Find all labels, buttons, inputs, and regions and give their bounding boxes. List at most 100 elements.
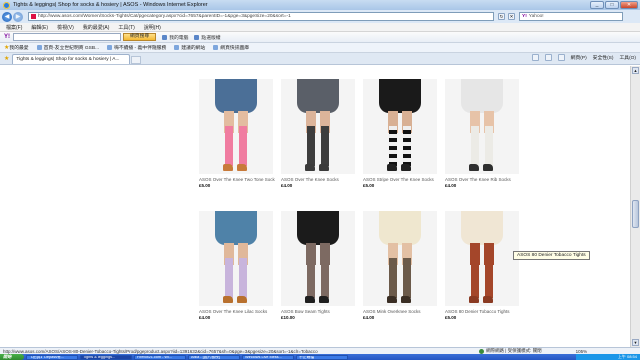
menu-favorites[interactable]: 我的最愛(A) [83, 24, 110, 31]
refresh-icon[interactable]: ↻ [498, 13, 505, 20]
command-tools[interactable]: 工具(O) [619, 54, 636, 61]
feeds-icon[interactable] [544, 54, 552, 61]
product-name[interactable]: ASOS Over The Knee Lilac Socks [199, 309, 273, 314]
site-favicon-icon [31, 14, 36, 19]
back-button[interactable]: ◀ [2, 11, 12, 22]
forward-button[interactable]: ▶ [13, 11, 23, 22]
taskbar-item[interactable]: 不正確檔 [296, 354, 348, 360]
favorites-link[interactable]: 網頁快訊圖庫 [213, 44, 249, 51]
product-image[interactable] [363, 211, 437, 306]
product-price: £5.00 [199, 183, 211, 188]
product-card[interactable]: ASOS Mink Overknee Socks £4.00 [363, 211, 437, 320]
taskbar-item-active[interactable]: Tights & leggings... [80, 354, 132, 360]
product-name[interactable]: ASOS Bow Seam Tights [281, 309, 355, 314]
scroll-thumb[interactable] [632, 200, 639, 228]
taskbar-item[interactable]: Windows Live Mess... [242, 354, 294, 360]
scroll-down-arrow-icon[interactable]: ▼ [632, 339, 639, 346]
product-price: £5.00 [445, 315, 457, 320]
product-price: £4.00 [445, 183, 457, 188]
shoe-shape [401, 164, 411, 171]
command-page[interactable]: 網頁(P) [571, 54, 587, 61]
legwear-shape [485, 258, 493, 298]
start-button[interactable]: 開始 [0, 354, 24, 360]
product-image[interactable] [445, 79, 519, 174]
ie-logo-icon [3, 1, 10, 9]
legwear-shape [389, 126, 397, 166]
maximize-button[interactable]: □ [605, 1, 619, 9]
page-icon [107, 45, 113, 50]
product-image[interactable] [199, 79, 273, 174]
copyright-icon [194, 34, 200, 40]
product-card[interactable]: ASOS Over The Knee Socks £4.00 [281, 79, 355, 188]
favorites-link[interactable]: 首頁-友立世紀明商 GSB... [36, 44, 99, 51]
yahoo-toolbar-logo[interactable]: Y! [4, 34, 10, 40]
product-price: £4.00 [281, 183, 293, 188]
product-image[interactable] [281, 79, 355, 174]
close-button[interactable]: ✕ [620, 1, 638, 9]
product-name[interactable]: ASOS Stripe Over The Knee Socks [363, 177, 437, 182]
tab-bar: ★ Tights & leggings| Shop for socks & ho… [0, 53, 640, 65]
favorites-button[interactable]: ★ 我的最愛 [4, 44, 29, 51]
zoom-level[interactable]: 105% [576, 349, 588, 354]
search-box[interactable]: Y! Yahoo! [519, 12, 623, 21]
menu-edit[interactable]: 編輯(E) [31, 24, 48, 31]
product-image[interactable] [363, 79, 437, 174]
vertical-scrollbar[interactable]: ▲ ▼ [630, 66, 640, 347]
command-bar: 網頁(P) 安全性(S) 工具(O) [531, 54, 636, 61]
legwear-shape [389, 258, 397, 298]
print-icon[interactable] [557, 54, 565, 61]
product-card[interactable]: ASOS 80 Denier Tobacco Tights £5.00 [445, 211, 519, 320]
shoe-shape [483, 164, 493, 171]
product-card[interactable]: ASOS Bow Seam Tights £10.00 [281, 211, 355, 320]
favorites-link[interactable]: 建議的網站 [174, 44, 205, 51]
toolbar-search-button[interactable]: 網頁搜尋 [123, 33, 157, 41]
product-name[interactable]: ASOS Mink Overknee Socks [363, 309, 437, 314]
shoe-shape [305, 164, 315, 171]
favorites-link[interactable]: 嗨不續播 - 義中伴隨服務 [107, 44, 166, 51]
tab-asos[interactable]: Tights & leggings| Shop for socks & hosi… [12, 54, 131, 64]
status-bar: http://www.asos.com/ASOS/ASOS-80-Denier-… [0, 347, 640, 354]
product-name[interactable]: ASOS Over The Knee Two Tone Sock [199, 177, 275, 182]
product-card[interactable]: ASOS Stripe Over The Knee Socks £5.00 [363, 79, 437, 188]
minimize-button[interactable]: _ [590, 1, 604, 9]
product-image[interactable] [445, 211, 519, 306]
menu-help[interactable]: 說明(H) [144, 24, 161, 31]
command-safety[interactable]: 安全性(S) [593, 54, 614, 61]
taskbar-item[interactable]: Firefox21.com - Wi... [134, 354, 186, 360]
toolbar-item-copyright[interactable]: 點選版權 [194, 34, 221, 41]
page-icon [36, 45, 42, 50]
product-image[interactable] [281, 211, 355, 306]
product-card[interactable]: ASOS Over The Knee Rib Socks £4.00 [445, 79, 519, 188]
menu-tools[interactable]: 工具(T) [118, 24, 134, 31]
menu-view[interactable]: 檢視(V) [57, 24, 74, 31]
legwear-shape [471, 258, 479, 298]
stop-icon[interactable]: ✕ [508, 13, 515, 20]
product-name[interactable]: ASOS 80 Denier Tobacco Tights [445, 309, 519, 314]
shoe-shape [387, 296, 397, 303]
shoe-shape [469, 296, 479, 303]
address-actions: ↻ ✕ [498, 13, 515, 20]
shoe-shape [223, 164, 233, 171]
scroll-up-arrow-icon[interactable]: ▲ [632, 67, 639, 74]
toolbar-search-input[interactable] [13, 33, 121, 41]
shoe-shape [483, 296, 493, 303]
product-price: £10.00 [281, 315, 295, 320]
address-bar[interactable]: http://www.asos.com/Women/Socks-Tights/C… [28, 12, 494, 21]
legwear-shape [321, 258, 329, 298]
taskbar: 開始 【拍賣】Depass有... Tights & leggings... F… [0, 354, 640, 360]
favorites-center-icon[interactable]: ★ [4, 55, 9, 62]
menu-file[interactable]: 檔案(F) [6, 24, 22, 31]
product-card[interactable]: ASOS Over The Knee Lilac Socks £4.00 [199, 211, 273, 320]
taskbar-item[interactable]: Afilia - [圖片檢視] [188, 354, 240, 360]
home-icon[interactable] [531, 54, 539, 61]
product-image[interactable] [199, 211, 273, 306]
globe-icon [479, 348, 484, 354]
product-name[interactable]: ASOS Over The Knee Socks [281, 177, 355, 182]
computer-icon [162, 34, 168, 40]
product-name[interactable]: ASOS Over The Knee Rib Socks [445, 177, 519, 182]
shoe-shape [469, 164, 479, 171]
toolbar-item-my-computer[interactable]: 我的電腦 [162, 34, 188, 41]
product-card[interactable]: ASOS Over The Knee Two Tone Sock £5.00 [199, 79, 275, 188]
taskbar-item[interactable]: 【拍賣】Depass有... [26, 354, 78, 360]
new-tab-button[interactable] [131, 56, 142, 64]
